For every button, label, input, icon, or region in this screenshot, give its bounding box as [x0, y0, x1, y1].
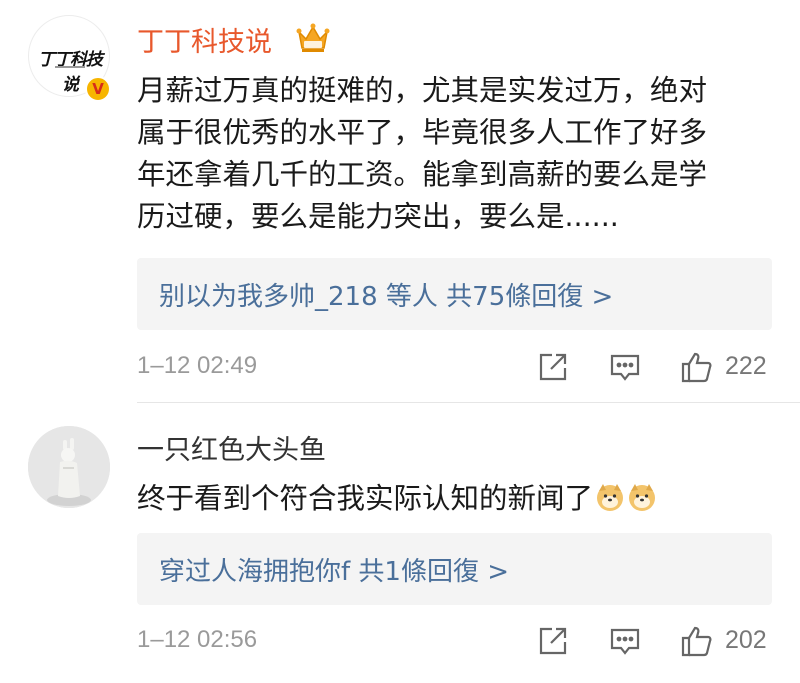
timestamp: 1–12 02:49 [137, 352, 258, 379]
share-icon[interactable] [536, 624, 570, 658]
comment-icon[interactable] [608, 350, 642, 384]
verified-badge-icon: V [85, 76, 111, 102]
username[interactable]: 丁丁科技说 [137, 20, 272, 59]
comment-text: 终于看到个符合我实际认知的新闻了 [137, 478, 777, 520]
comment-text-line: 属于很优秀的水平了，毕竟很多人工作了好多 [137, 116, 708, 149]
doge-emoji-icon [629, 484, 656, 511]
replies-preview[interactable]: 穿过人海拥抱你f 共1條回復 > [137, 533, 772, 605]
timestamp: 1–12 02:56 [137, 626, 258, 653]
replies-link[interactable]: 别以为我多帅_218 等人 共75條回復 > [159, 276, 613, 313]
like-count: 222 [725, 352, 767, 380]
comment-text-line: 年还拿着几千的工资。能拿到高薪的要么是学 [137, 158, 708, 191]
comment-item: 一只红色大头鱼 终于看到个符合我实际认知的新闻了 穿过人海拥抱你f 共1條回復 [0, 404, 800, 683]
share-icon[interactable] [536, 350, 570, 384]
divider [137, 402, 800, 403]
comment-text-line: 月薪过万真的挺难的，尤其是实发过万，绝对 [137, 74, 708, 107]
comment-item: 丁丁科技说 V 丁丁科技说 月薪过万真的挺难的，尤其是实发过万，绝对 属于很优秀… [0, 0, 800, 400]
thumbs-up-icon[interactable] [680, 624, 714, 658]
comment-footer: 1–12 02:56 202 [0, 622, 800, 662]
comment-text: 月薪过万真的挺难的，尤其是实发过万，绝对 属于很优秀的水平了，毕竟很多人工作了好… [137, 70, 777, 238]
replies-preview[interactable]: 别以为我多帅_218 等人 共75條回復 > [137, 258, 772, 330]
avatar-figurine-image [28, 426, 110, 508]
comment-text-content: 终于看到个符合我实际认知的新闻了 [137, 482, 594, 515]
comment-text-line: 历过硬，要么是能力突出，要么是...... [137, 200, 619, 233]
comment-footer: 1–12 02:49 222 [0, 348, 800, 388]
crown-badge-icon[interactable] [296, 22, 330, 54]
username[interactable]: 一只红色大头鱼 [137, 428, 326, 467]
avatar-logo-underline [55, 66, 85, 68]
avatar[interactable] [28, 426, 110, 508]
thumbs-up-icon[interactable] [680, 350, 714, 384]
like-count: 202 [725, 626, 767, 654]
comment-text-line: 终于看到个符合我实际认知的新闻了 [137, 478, 777, 520]
doge-emoji-icon [597, 484, 624, 511]
comment-icon[interactable] [608, 624, 642, 658]
replies-link[interactable]: 穿过人海拥抱你f 共1條回復 > [159, 551, 509, 588]
